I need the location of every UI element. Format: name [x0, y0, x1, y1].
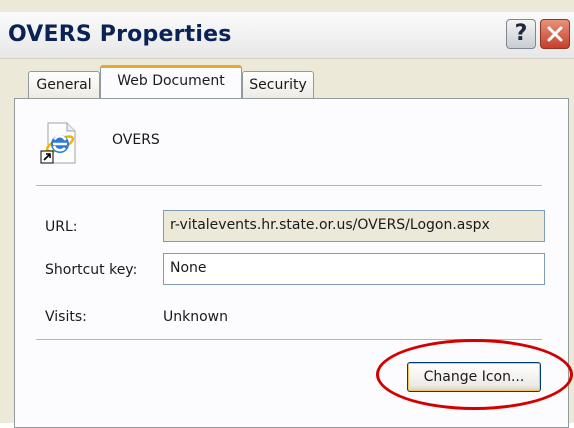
help-button[interactable]: ? — [506, 19, 536, 49]
change-icon-button[interactable]: Change Icon... — [407, 362, 541, 392]
shortcut-key-label: Shortcut key: — [45, 262, 138, 278]
close-icon — [547, 26, 563, 42]
url-field[interactable]: r-vitalevents.hr.state.or.us/OVERS/Logon… — [163, 210, 545, 242]
title-bar[interactable]: OVERS Properties ? — [0, 12, 574, 59]
tab-security[interactable]: Security — [242, 71, 314, 99]
url-label: URL: — [45, 219, 78, 235]
tab-general[interactable]: General — [28, 71, 100, 99]
shortcut-name: OVERS — [112, 132, 160, 148]
visits-label: Visits: — [45, 309, 87, 325]
internet-explorer-shortcut-icon — [40, 122, 76, 164]
visits-value: Unknown — [163, 309, 228, 325]
dialog-title: OVERS Properties — [8, 22, 232, 47]
shortcut-key-input[interactable]: None — [163, 253, 545, 285]
separator-bottom — [36, 339, 542, 341]
tab-strip: General Web Document Security — [0, 59, 574, 99]
tab-web-document[interactable]: Web Document — [100, 65, 242, 98]
separator-top — [36, 185, 542, 187]
properties-dialog: OVERS Properties ? General Web Document … — [0, 0, 574, 428]
close-button[interactable] — [540, 19, 570, 49]
